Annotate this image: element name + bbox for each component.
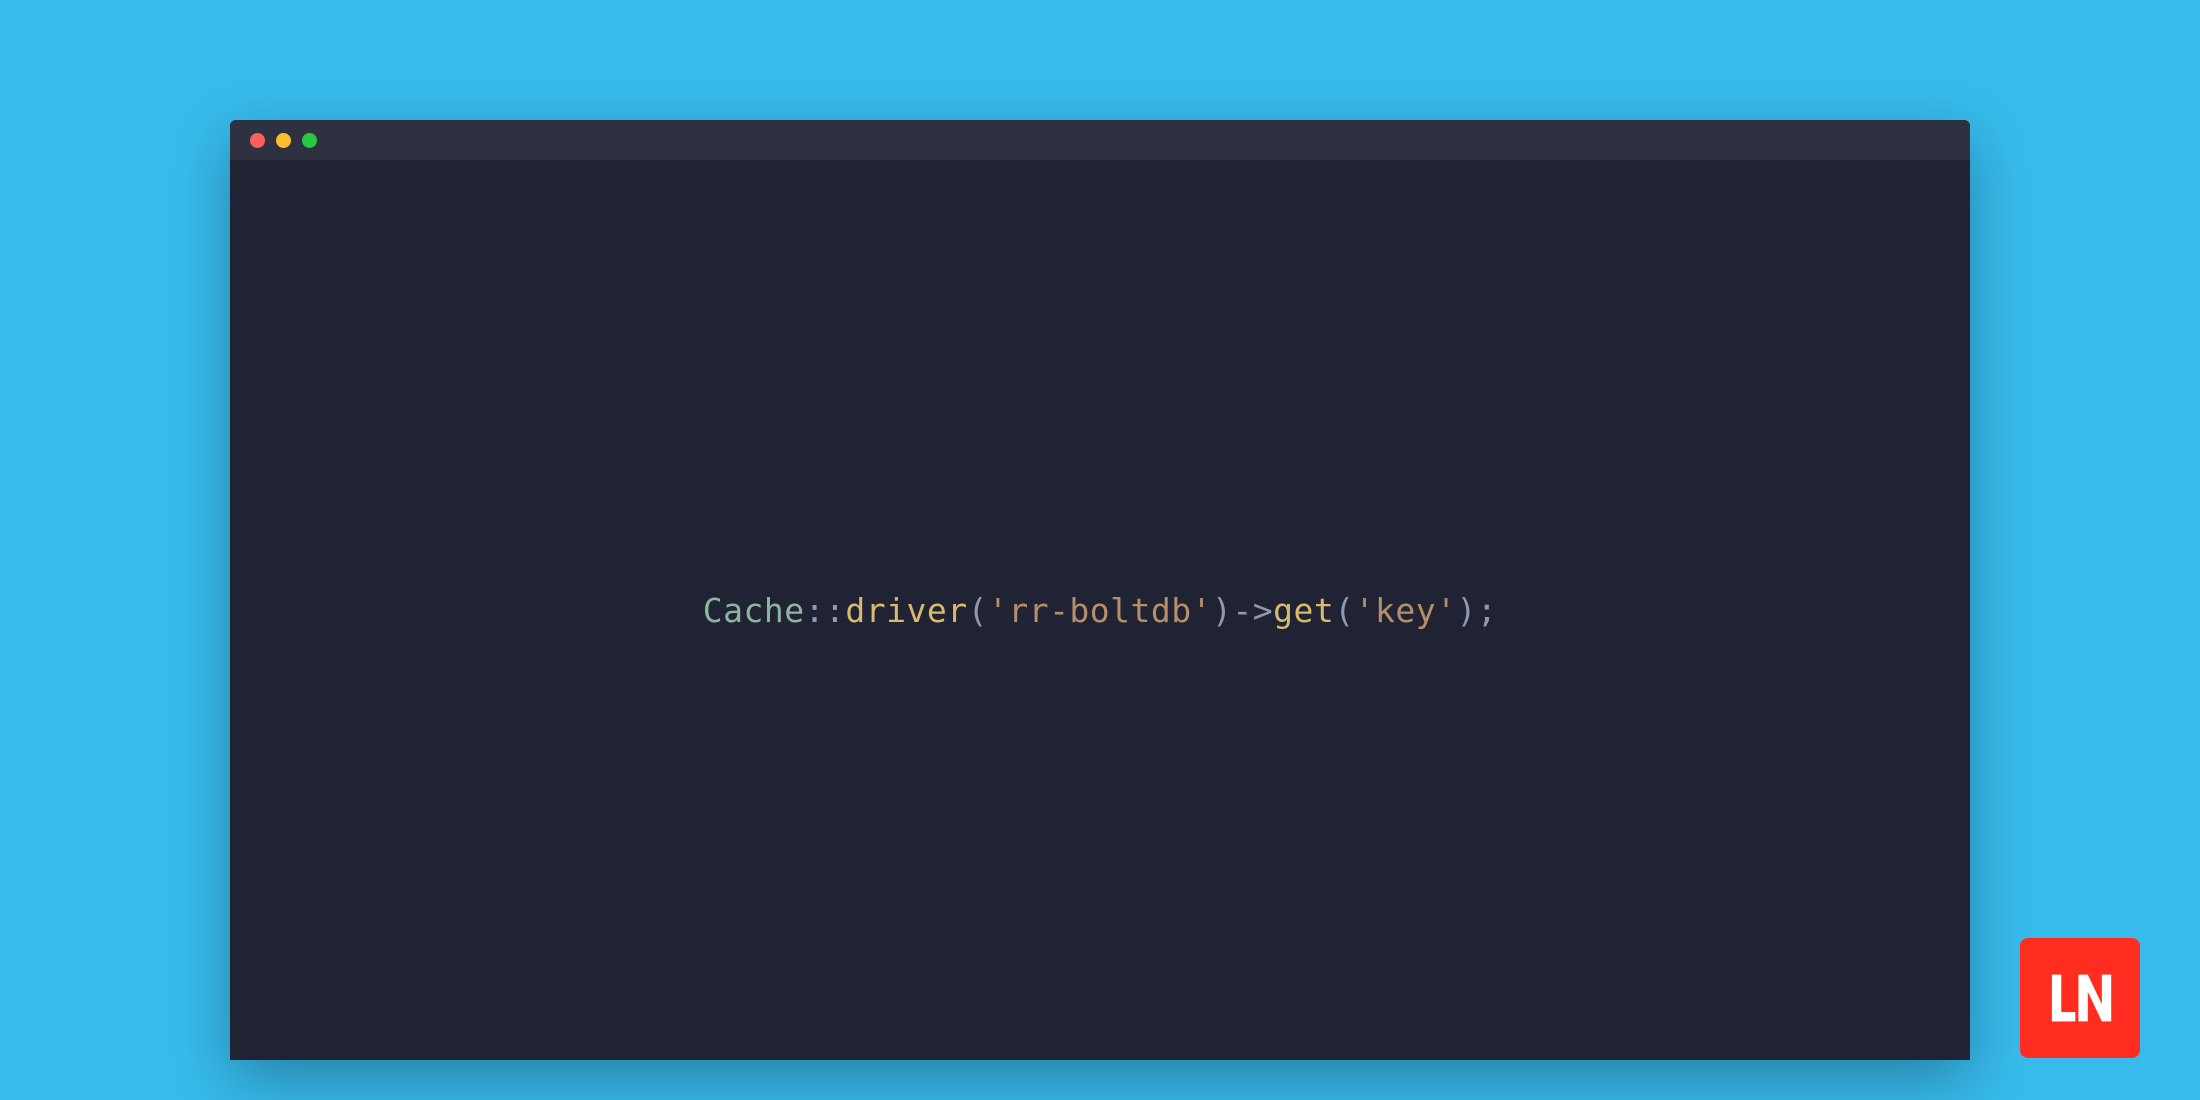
ln-logo-icon bbox=[2041, 959, 2119, 1037]
code-token-arrow: -> bbox=[1232, 591, 1273, 630]
minimize-icon[interactable] bbox=[276, 133, 291, 148]
code-token-method: driver bbox=[845, 591, 967, 630]
code-token-quote: ' bbox=[988, 591, 1008, 630]
code-token-paren: ( bbox=[968, 591, 988, 630]
code-token-class: Cache bbox=[703, 591, 805, 630]
window-titlebar bbox=[230, 120, 1970, 160]
code-token-quote: ' bbox=[1355, 591, 1375, 630]
maximize-icon[interactable] bbox=[302, 133, 317, 148]
code-area: Cache::driver('rr-boltdb')->get('key'); bbox=[230, 160, 1970, 1060]
code-token-quote: ' bbox=[1192, 591, 1212, 630]
code-token-scope: :: bbox=[805, 591, 846, 630]
code-token-paren: ) bbox=[1456, 591, 1476, 630]
traffic-lights bbox=[250, 133, 317, 148]
code-token-semi: ; bbox=[1477, 591, 1497, 630]
code-window: Cache::driver('rr-boltdb')->get('key'); bbox=[230, 120, 1970, 1060]
code-token-quote: ' bbox=[1436, 591, 1456, 630]
close-icon[interactable] bbox=[250, 133, 265, 148]
code-token-string: rr-boltdb bbox=[1008, 591, 1191, 630]
laravel-news-logo bbox=[2020, 938, 2140, 1058]
code-token-paren: ( bbox=[1334, 591, 1354, 630]
code-token-string: key bbox=[1375, 591, 1436, 630]
code-token-paren: ) bbox=[1212, 591, 1232, 630]
code-token-method: get bbox=[1273, 591, 1334, 630]
code-line: Cache::driver('rr-boltdb')->get('key'); bbox=[703, 591, 1497, 630]
